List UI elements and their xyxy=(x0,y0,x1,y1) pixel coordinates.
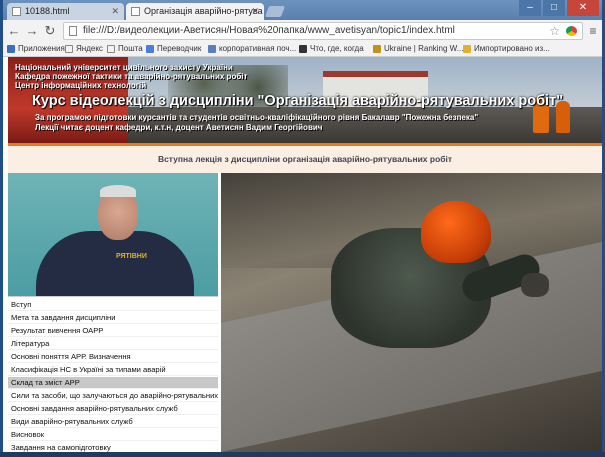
bookmark-corporate-mail[interactable]: корпоративная поч... xyxy=(208,42,296,56)
uniform-badge: РЯТІВНИ xyxy=(116,253,147,260)
address-bar[interactable]: file:///D:/видеолекции-Аветисян/Новая%20… xyxy=(63,22,583,40)
topic-item[interactable]: Склад та зміст АРР xyxy=(8,377,218,389)
minimize-button[interactable]: – xyxy=(519,0,541,16)
banner-center: Центр інформаційних технологій xyxy=(15,81,147,90)
toolbar: ← → ↻ file:///D:/видеолекции-Аветисян/Но… xyxy=(3,20,602,42)
banner-program: За програмою підготовки курсантів та сту… xyxy=(35,113,479,122)
tab-active[interactable]: Організація аварійно-рятува ✕ xyxy=(126,3,264,20)
close-tab-icon[interactable]: ✕ xyxy=(251,3,259,20)
mail-icon xyxy=(208,45,216,53)
lecturer-video[interactable]: РЯТІВНИ xyxy=(8,173,218,296)
tab-label: Організація аварійно-рятува xyxy=(144,6,263,16)
page-icon xyxy=(65,45,73,53)
banner-university: Національний університет цивільного захи… xyxy=(15,63,233,72)
tab-strip: 10188.html ✕ Організація аварійно-рятува… xyxy=(3,0,602,20)
topic-item[interactable]: Завдання на самопідготовку xyxy=(8,442,218,452)
taskbar xyxy=(0,452,605,457)
topic-item[interactable]: Сили та засоби, що залучаються до аварій… xyxy=(8,390,218,402)
header-banner: Національний університет цивільного захи… xyxy=(8,57,602,143)
forward-arrow-icon[interactable]: → xyxy=(25,23,39,39)
page-icon xyxy=(131,7,140,16)
topic-item[interactable]: Література xyxy=(8,338,218,350)
new-tab-button[interactable] xyxy=(264,6,286,17)
bookmark-yandex[interactable]: Яндекс xyxy=(65,42,103,56)
menu-icon[interactable]: ≡ xyxy=(587,24,599,38)
banner-department: Кафедра пожежної тактики та аварійно-рят… xyxy=(15,72,248,81)
page-content: Національний університет цивільного захи… xyxy=(3,57,602,452)
topic-item[interactable]: Вступ xyxy=(8,299,218,311)
topic-item[interactable]: Основні завдання аварійно-рятувальних сл… xyxy=(8,403,218,415)
lecture-title: Вступна лекція з дисципліни організація … xyxy=(8,146,602,173)
topic-item[interactable]: Результат вивчення ОАРР xyxy=(8,325,218,337)
bookmark-chgk[interactable]: Что, где, когда xyxy=(299,42,364,56)
apps-icon xyxy=(7,45,15,53)
bookmark-imported[interactable]: Импортировано из... xyxy=(463,42,550,56)
bookmark-ukraine-ranking[interactable]: Ukraine | Ranking W... xyxy=(373,42,463,56)
topic-list: Вступ Мета та завдання дисципліни Результа… xyxy=(8,296,218,452)
tab-10188[interactable]: 10188.html ✕ xyxy=(7,3,124,20)
maximize-button[interactable]: □ xyxy=(543,0,565,16)
page-icon xyxy=(107,45,115,53)
translate-icon xyxy=(146,45,154,53)
bookmark-mail[interactable]: Пошта xyxy=(107,42,143,56)
close-window-button[interactable]: ✕ xyxy=(567,0,599,16)
reload-icon[interactable]: ↻ xyxy=(43,23,57,39)
rescue-photo xyxy=(221,173,602,452)
url-text[interactable]: file:///D:/видеолекции-Аветисян/Новая%20… xyxy=(83,23,455,39)
site-icon xyxy=(299,45,307,53)
course-title: Курс відеолекцій з дисципліни "Організац… xyxy=(32,93,564,109)
topic-item[interactable]: Основні поняття АРР. Визначення xyxy=(8,351,218,363)
ranking-icon xyxy=(373,45,381,53)
helmet xyxy=(421,201,491,263)
page-icon xyxy=(12,7,21,16)
bookmark-star-icon[interactable]: ☆ xyxy=(549,23,560,39)
page-icon xyxy=(69,26,77,36)
folder-icon xyxy=(463,45,471,53)
topic-item[interactable]: Класифікація НС в Україні за типами авар… xyxy=(8,364,218,376)
banner-lecturer: Лекції читає доцент кафедри, к.т.н, доце… xyxy=(35,123,323,132)
tab-label: 10188.html xyxy=(25,6,70,16)
topic-item[interactable]: Види аварійно-рятувальних служб xyxy=(8,416,218,428)
bookmark-apps[interactable]: Приложения xyxy=(7,42,65,56)
close-tab-icon[interactable]: ✕ xyxy=(111,3,119,20)
topic-item[interactable]: Мета та завдання дисципліни xyxy=(8,312,218,324)
bookmark-translator[interactable]: Переводчик xyxy=(146,42,201,56)
browser-window: 10188.html ✕ Організація аварійно-рятува… xyxy=(3,0,602,452)
chrome-extension-icon[interactable] xyxy=(566,26,577,36)
back-arrow-icon[interactable]: ← xyxy=(7,23,21,39)
topic-item[interactable]: Висновок xyxy=(8,429,218,441)
bookmarks-bar: Приложения Яндекс Пошта Переводчик корпо… xyxy=(3,42,602,57)
